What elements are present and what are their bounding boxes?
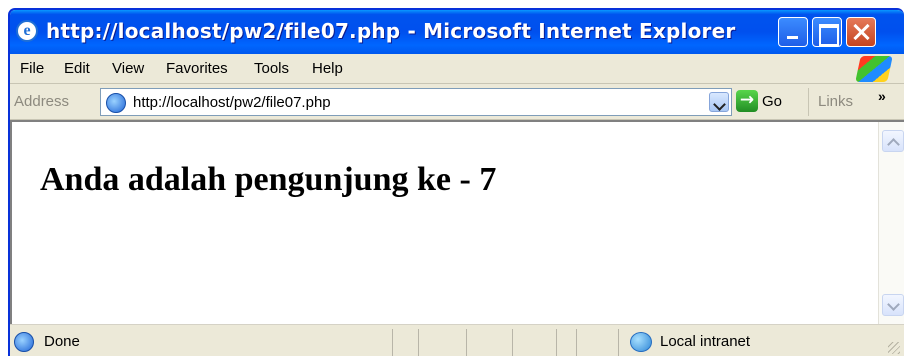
status-pane-divider	[576, 329, 577, 356]
links-chevron-icon[interactable]: »	[878, 88, 886, 104]
status-pane-divider	[392, 329, 393, 356]
ie-page-icon	[106, 93, 126, 113]
ie-icon: e	[16, 20, 38, 42]
scroll-up-button[interactable]	[882, 130, 904, 152]
maximize-button[interactable]	[812, 17, 842, 47]
page-content: Anda adalah pengunjung ke - 7	[10, 120, 904, 324]
menu-bar: File Edit View Favorites Tools Help	[10, 54, 904, 84]
status-pane-divider	[556, 329, 557, 356]
menu-view[interactable]: View	[112, 60, 144, 77]
menu-tools[interactable]: Tools	[254, 60, 289, 77]
address-input[interactable]: http://localhost/pw2/file07.php	[100, 88, 732, 116]
status-pane-divider	[512, 329, 513, 356]
menu-edit[interactable]: Edit	[64, 60, 90, 77]
links-separator	[808, 88, 809, 116]
address-url[interactable]: http://localhost/pw2/file07.php	[133, 94, 331, 111]
intranet-globe-icon	[630, 332, 652, 352]
go-arrow-icon[interactable]: →	[736, 90, 758, 112]
menu-help[interactable]: Help	[312, 60, 343, 77]
window-title: http://localhost/pw2/file07.php - Micros…	[46, 19, 736, 43]
minimize-button[interactable]	[778, 17, 808, 47]
status-bar: Done Local intranet	[10, 324, 904, 356]
title-bar[interactable]: e http://localhost/pw2/file07.php - Micr…	[10, 10, 904, 54]
vertical-scrollbar[interactable]	[878, 122, 904, 324]
ie-status-icon	[14, 332, 34, 352]
page-heading: Anda adalah pengunjung ke - 7	[40, 161, 497, 198]
address-bar: Address http://localhost/pw2/file07.php …	[10, 84, 904, 120]
status-pane-divider	[466, 329, 467, 356]
windows-logo-icon	[855, 56, 893, 82]
browser-window: e http://localhost/pw2/file07.php - Micr…	[8, 8, 904, 356]
close-button[interactable]	[846, 17, 876, 47]
scroll-down-button[interactable]	[882, 294, 904, 316]
security-zone-text: Local intranet	[660, 333, 751, 350]
resize-grip[interactable]	[888, 342, 900, 354]
address-label: Address	[14, 93, 70, 110]
links-label[interactable]: Links	[818, 93, 853, 110]
status-pane-divider	[618, 329, 619, 356]
go-button[interactable]: Go	[762, 93, 782, 110]
menu-favorites[interactable]: Favorites	[166, 60, 228, 77]
status-pane-divider	[418, 329, 419, 356]
menu-file[interactable]: File	[20, 60, 44, 77]
status-text: Done	[44, 333, 80, 350]
chevron-down-icon[interactable]	[709, 92, 729, 112]
